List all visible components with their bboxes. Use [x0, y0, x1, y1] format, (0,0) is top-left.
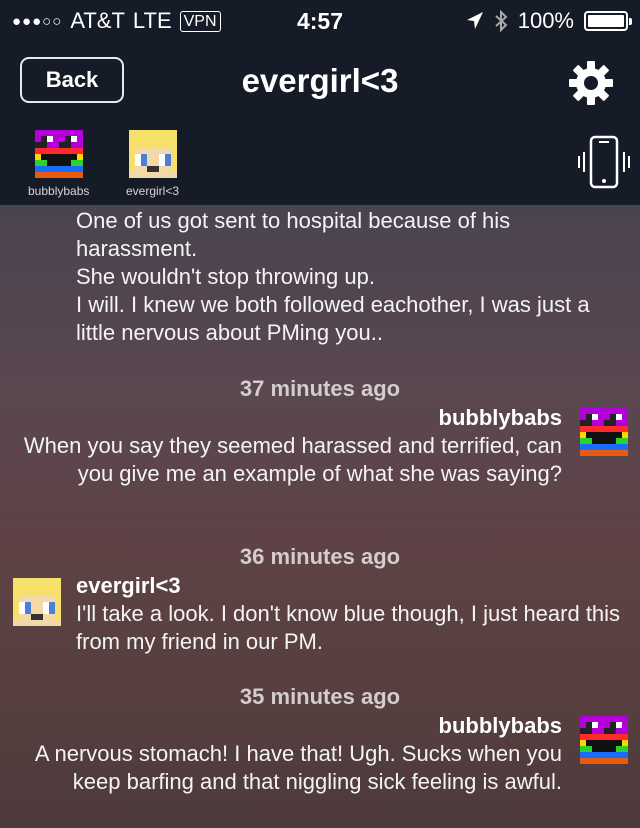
participant-bubblybabs[interactable]: bubblybabs: [28, 130, 89, 198]
sender-name: evergirl<3: [76, 573, 181, 598]
status-bar: ●●●○○ AT&T LTE VPN 4:57 100%: [0, 0, 640, 42]
timestamp: 37 minutes ago: [239, 376, 401, 401]
message-line: One of us got sent to hospital because o…: [76, 208, 511, 261]
avatar: [13, 578, 61, 626]
bluetooth-icon: [495, 10, 508, 32]
message-bubblybabs: bubblybabs When you say they seemed hara…: [2, 404, 562, 488]
location-arrow-icon: [466, 12, 483, 29]
sender-name: bubblybabs: [438, 405, 562, 430]
avatar: [580, 716, 628, 764]
header: ●●●○○ AT&T LTE VPN 4:57 100% Back evergi…: [0, 0, 640, 205]
timestamp: 35 minutes ago: [239, 684, 401, 709]
participant-name: bubblybabs: [28, 184, 90, 198]
message-evergirl: One of us got sent to hospital because o…: [76, 207, 626, 347]
message-text: A nervous stomach! I have that! Ugh. Suc…: [34, 741, 562, 794]
message-text: I'll take a look. I don't know blue thou…: [76, 601, 621, 654]
avatar: [580, 408, 628, 456]
page-title: evergirl<3: [241, 62, 399, 99]
participant-name: evergirl<3: [126, 184, 180, 198]
message-line: I will. I knew we both followed eachothe…: [76, 292, 590, 345]
sender-name: bubblybabs: [438, 713, 562, 738]
avatar: [128, 130, 177, 178]
battery-percent: 100%: [517, 8, 574, 33]
participant-evergirl[interactable]: evergirl<3: [126, 130, 179, 198]
timestamp: 36 minutes ago: [239, 544, 401, 569]
chat-area[interactable]: One of us got sent to hospital because o…: [0, 205, 640, 828]
message-evergirl: evergirl<3 I'll take a look. I don't kno…: [76, 572, 626, 656]
battery-icon: [584, 11, 632, 31]
gear-icon[interactable]: [568, 60, 614, 106]
avatar: [34, 130, 83, 178]
message-bubblybabs: bubblybabs A nervous stomach! I have tha…: [2, 712, 562, 796]
phone-vibrate-icon[interactable]: [576, 134, 632, 190]
message-line: She wouldn't stop throwing up.: [76, 264, 375, 289]
message-text: When you say they seemed harassed and te…: [23, 433, 562, 486]
